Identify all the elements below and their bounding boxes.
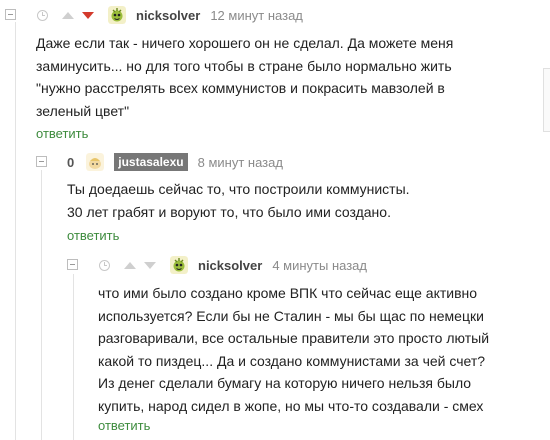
thread-line: [73, 274, 74, 440]
comment-header: 0 justasalexu 8 минут назад: [67, 153, 283, 171]
clock-icon: [37, 9, 48, 21]
comment-line: Из денег сделали бумагу на которую ничег…: [98, 375, 472, 391]
avatar[interactable]: [170, 256, 188, 274]
avatar[interactable]: [86, 153, 105, 171]
reply-link[interactable]: ответить: [98, 418, 150, 433]
comment-line: купить, народ сидел в жопе, но мы что-то…: [98, 397, 484, 414]
author-name[interactable]: nicksolver: [198, 258, 262, 273]
comment-line: Ты доедаешь сейчас то, что построили ком…: [67, 181, 410, 197]
upvote-arrow-icon[interactable]: [62, 11, 74, 19]
comment-text: что ими было создано кроме ВПК что сейча…: [98, 282, 489, 417]
comment-line: зеленый цвет": [36, 102, 130, 119]
comment-text: Ты доедаешь сейчас то, что построили ком…: [67, 178, 410, 223]
comment-line: какой то пиздец... Да и создано коммунис…: [98, 352, 486, 369]
comment-time[interactable]: 8 минут назад: [198, 155, 283, 170]
thread-line: [15, 22, 16, 440]
upvote-arrow-icon[interactable]: [124, 261, 136, 269]
comment-line: 30 лет грабят и воруют то, что было ими …: [67, 203, 391, 220]
comment-line: что ими было создано кроме ВПК что сейча…: [98, 285, 478, 301]
author-name[interactable]: nicksolver: [136, 8, 200, 23]
collapse-button[interactable]: [36, 156, 47, 167]
comment-line: используется? Если бы не Сталин - мы бы …: [98, 307, 484, 324]
clock-icon: [99, 259, 110, 271]
downvote-arrow-icon[interactable]: [82, 11, 94, 19]
avatar[interactable]: [108, 6, 126, 24]
thread-line: [41, 170, 42, 440]
comment-time[interactable]: 12 минут назад: [210, 8, 303, 23]
comment-time[interactable]: 4 минуты назад: [272, 258, 367, 273]
comment-rating: 0: [67, 154, 75, 170]
comment-header: nicksolver 12 минут назад: [37, 6, 303, 24]
comment-line: разговаривали, все остальные правители э…: [98, 330, 490, 346]
side-panel-edge: [543, 68, 550, 132]
collapse-button[interactable]: [67, 259, 78, 270]
reply-link[interactable]: ответить: [36, 126, 88, 141]
comment-header: nicksolver 4 минуты назад: [99, 256, 367, 274]
reply-link[interactable]: ответить: [67, 228, 119, 243]
author-name[interactable]: justasalexu: [114, 153, 188, 171]
comment-line: Даже если так - ничего хорошего он не сд…: [36, 35, 454, 51]
comment-line: заминусить... но для того чтобы в стране…: [36, 57, 452, 74]
comment-line: "нужно расстрелять всех коммунистов и по…: [36, 80, 445, 96]
collapse-button[interactable]: [5, 9, 16, 20]
comment-text: Даже если так - ничего хорошего он не сд…: [36, 32, 453, 122]
downvote-arrow-icon[interactable]: [144, 261, 156, 269]
